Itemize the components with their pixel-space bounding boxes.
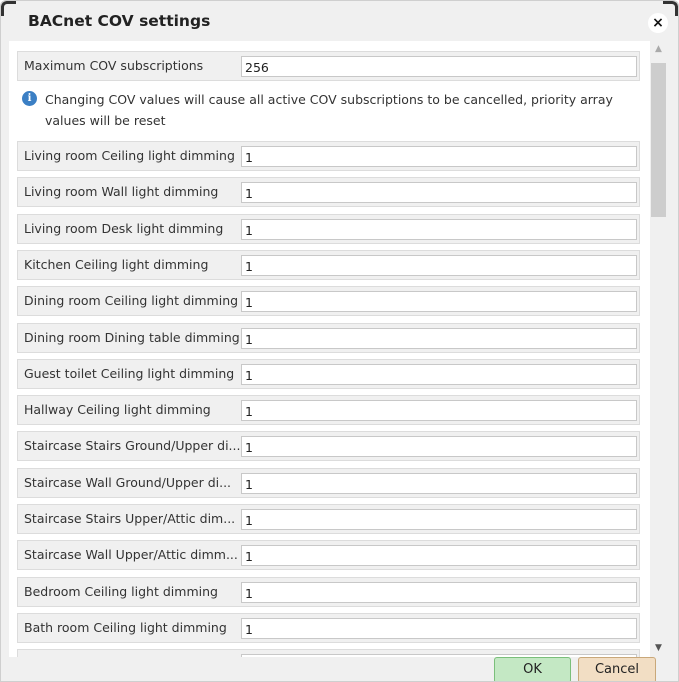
cov-setting-row: Staircase Stairs Upper/Attic dim... 1 (17, 504, 640, 534)
cov-setting-row: Staircase Wall Upper/Attic dimm... 1 (17, 540, 640, 571)
cov-setting-row: Guest toilet Ceiling light dimming 1 (17, 358, 640, 389)
max-cov-input[interactable]: 256 (241, 56, 637, 77)
cov-setting-row: Dining room Dining table dimming 1 (17, 322, 640, 353)
max-cov-label: Maximum COV subscriptions (24, 58, 204, 73)
cov-setting-input[interactable]: 1 (241, 509, 637, 530)
dialog-title: BACnet COV settings (28, 12, 211, 30)
cov-setting-row: Staircase Wall Ground/Upper di... 1 (17, 467, 640, 498)
cov-setting-label: Guest toilet Ceiling light dimming (24, 365, 235, 381)
settings-list[interactable]: Maximum COV subscriptions 256 i Changing… (9, 41, 650, 657)
cov-setting-input[interactable]: 1 (241, 400, 637, 422)
cov-setting-input[interactable]: 1 (241, 363, 637, 385)
cov-setting-row: Kitchen Ceiling light dimming 1 (17, 249, 640, 280)
cov-setting-label: Bedroom Ceiling light dimming (24, 583, 218, 599)
cov-setting-label: Kitchen Ceiling light dimming (24, 256, 209, 272)
cov-setting-row: Nursery 1 Ceiling light dimming1 (17, 649, 640, 657)
cov-setting-row: Hallway Ceiling light dimming 1 (17, 395, 640, 426)
cancel-button[interactable]: Cancel (578, 657, 656, 681)
cov-setting-row: Living room Ceiling light dimming 1 (17, 141, 640, 171)
ok-button[interactable]: OK (494, 657, 571, 681)
cov-setting-row: Living room Desk light dimming 1 (17, 213, 640, 244)
cov-setting-input[interactable]: 1 (241, 436, 637, 458)
cov-setting-input[interactable]: 1 (241, 472, 637, 494)
cov-setting-input[interactable]: 1 (241, 291, 637, 313)
cov-setting-row: Living room Wall light dimming 1 (17, 177, 640, 208)
cov-setting-label: Dining room Ceiling light dimming (24, 293, 239, 309)
close-icon[interactable]: × (648, 13, 668, 33)
cov-setting-label: Bath room Ceiling light dimming (24, 619, 227, 635)
cov-setting-row: Staircase Stairs Ground/Upper di... 1 (17, 431, 640, 462)
cov-setting-input[interactable]: 1 (241, 617, 637, 639)
cov-setting-input[interactable]: 1 (241, 327, 637, 349)
scrollbar-thumb[interactable] (651, 63, 666, 217)
cov-setting-input[interactable]: 1 (241, 581, 637, 603)
cov-settings-dialog: BACnet COV settings × Maximum COV subscr… (0, 0, 679, 682)
scroll-down-icon[interactable]: ▼ (650, 640, 667, 657)
cov-setting-label: Staircase Wall Upper/Attic dimm... (24, 547, 238, 563)
cov-setting-label: Staircase Wall Ground/Upper di... (24, 474, 232, 490)
cov-setting-row: Bath room Ceiling light dimming 1 (17, 612, 640, 643)
cov-setting-input[interactable]: 1 (241, 545, 637, 567)
cov-setting-label: Hallway Ceiling light dimming (24, 402, 211, 418)
cov-setting-input[interactable]: 1 (241, 146, 637, 167)
dialog-footer: OK Cancel (1, 657, 678, 681)
vertical-scrollbar[interactable]: ▲ ▼ (650, 41, 667, 657)
cov-setting-input[interactable]: 1 (241, 254, 637, 276)
cov-setting-label: Staircase Stairs Ground/Upper di... (24, 438, 241, 454)
cov-setting-label: Staircase Stairs Upper/Attic dim... (24, 511, 236, 526)
info-icon: i (22, 91, 37, 106)
scroll-up-icon[interactable]: ▲ (650, 41, 667, 58)
cov-setting-input[interactable]: 1 (241, 182, 637, 204)
cov-setting-label: Living room Desk light dimming (24, 220, 224, 236)
cov-setting-row: Bedroom Ceiling light dimming 1 (17, 576, 640, 607)
cov-setting-label: Living room Wall light dimming (24, 184, 219, 200)
max-cov-row: Maximum COV subscriptions 256 (17, 51, 640, 81)
cov-setting-label: Living room Ceiling light dimming (24, 148, 235, 163)
dialog-titlebar: BACnet COV settings × (1, 1, 678, 41)
cov-setting-label: Dining room Dining table dimming (24, 329, 240, 345)
cov-setting-row: Dining room Ceiling light dimming 1 (17, 286, 640, 317)
info-text: Changing COV values will cause all activ… (45, 92, 613, 128)
cov-setting-input[interactable]: 1 (241, 218, 637, 240)
